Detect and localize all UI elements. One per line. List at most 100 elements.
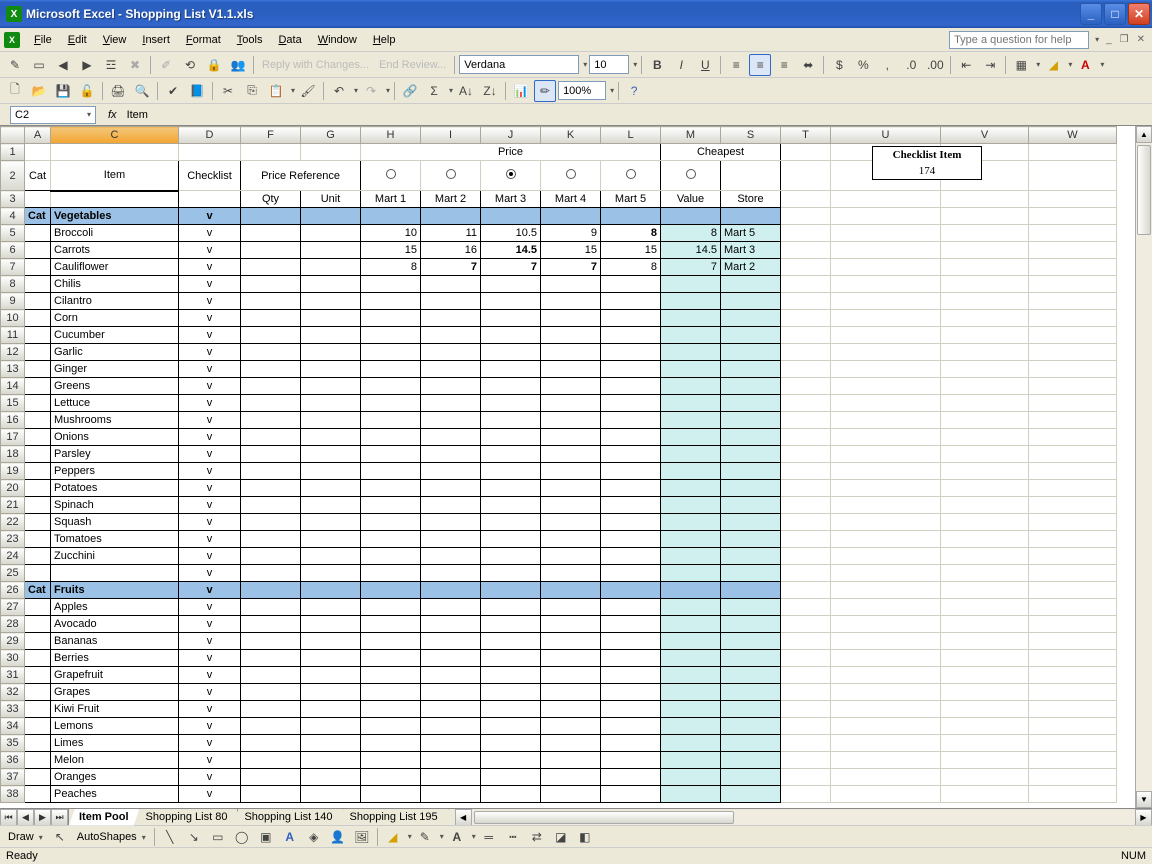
item-name[interactable]: Squash [51, 514, 179, 531]
price-cell[interactable] [481, 735, 541, 752]
row-header[interactable]: 22 [1, 514, 25, 531]
help-dropdown-icon[interactable]: ▾ [1095, 35, 1099, 44]
row-header[interactable]: 32 [1, 684, 25, 701]
cell[interactable] [25, 344, 51, 361]
cheapest-value[interactable] [661, 463, 721, 480]
cell[interactable] [781, 429, 831, 446]
qty-cell[interactable] [241, 548, 301, 565]
cheapest-store[interactable] [721, 395, 781, 412]
cell[interactable] [25, 191, 51, 208]
hdr-mart-5[interactable]: Mart 5 [601, 191, 661, 208]
cell[interactable] [941, 769, 1029, 786]
item-name[interactable]: Mushrooms [51, 412, 179, 429]
cat-label[interactable]: Cat [25, 208, 51, 225]
cell[interactable] [941, 412, 1029, 429]
price-cell[interactable] [601, 531, 661, 548]
item-check[interactable]: v [179, 429, 241, 446]
namebox-dropdown-icon[interactable]: ▾ [87, 110, 91, 119]
cell[interactable] [781, 293, 831, 310]
row-header[interactable]: 4 [1, 208, 25, 225]
menu-window[interactable]: Window [310, 32, 365, 48]
qty-cell[interactable] [241, 565, 301, 582]
price-cell[interactable] [601, 310, 661, 327]
hdr-price-reference[interactable]: Price Reference [241, 161, 361, 191]
cell[interactable] [25, 769, 51, 786]
cat-label[interactable]: Cat [25, 582, 51, 599]
item-name[interactable]: Lemons [51, 718, 179, 735]
col-header-A[interactable]: A [25, 127, 51, 144]
cheapest-store[interactable] [721, 684, 781, 701]
cell[interactable] [1029, 310, 1117, 327]
item-name[interactable]: Onions [51, 429, 179, 446]
cheapest-value[interactable] [661, 718, 721, 735]
cell[interactable] [25, 633, 51, 650]
qty-cell[interactable] [241, 684, 301, 701]
qty-cell[interactable] [241, 395, 301, 412]
item-check[interactable]: v [179, 463, 241, 480]
cell[interactable] [541, 582, 601, 599]
price-cell[interactable] [541, 633, 601, 650]
price-cell[interactable] [481, 667, 541, 684]
price-radio-2[interactable] [421, 161, 481, 191]
share-workbook-icon[interactable]: 👥 [227, 54, 249, 76]
arrow-icon[interactable]: ↘ [183, 826, 205, 848]
cell[interactable] [831, 548, 941, 565]
hdr-mart-1[interactable]: Mart 1 [361, 191, 421, 208]
price-cell[interactable] [421, 497, 481, 514]
autoshapes-menu[interactable]: AutoShapes ▾ [73, 831, 150, 843]
row-header[interactable]: 21 [1, 497, 25, 514]
cell[interactable] [1029, 718, 1117, 735]
item-check[interactable]: v [179, 242, 241, 259]
price-cell[interactable] [481, 718, 541, 735]
cell[interactable] [481, 582, 541, 599]
doc-minimize-button[interactable]: _ [1103, 34, 1115, 45]
cell[interactable] [831, 293, 941, 310]
cheapest-value[interactable] [661, 429, 721, 446]
price-cell[interactable] [421, 480, 481, 497]
price-cell[interactable] [541, 446, 601, 463]
cell[interactable] [1029, 752, 1117, 769]
cell[interactable] [25, 701, 51, 718]
radio-icon[interactable] [686, 169, 696, 179]
cell[interactable] [781, 463, 831, 480]
cheapest-store[interactable] [721, 650, 781, 667]
qty-cell[interactable] [241, 769, 301, 786]
price-cell[interactable] [361, 667, 421, 684]
tab-first-button[interactable]: ⏮ [0, 809, 17, 826]
cell[interactable] [831, 769, 941, 786]
worksheet-tab[interactable]: Shopping List 80 [136, 809, 239, 826]
price-cell[interactable] [601, 650, 661, 667]
draw-menu[interactable]: Draw ▾ [4, 831, 47, 843]
cell[interactable] [831, 446, 941, 463]
item-check[interactable]: v [179, 735, 241, 752]
price-cell[interactable] [601, 446, 661, 463]
cheapest-store[interactable]: Mart 5 [721, 225, 781, 242]
merge-cells-button[interactable]: ⬌ [797, 54, 819, 76]
item-name[interactable]: Parsley [51, 446, 179, 463]
price-cell[interactable] [601, 752, 661, 769]
cat-name[interactable]: Fruits [51, 582, 179, 599]
line-style-icon[interactable]: ═ [478, 826, 500, 848]
cell[interactable] [1029, 497, 1117, 514]
cheapest-store[interactable] [721, 463, 781, 480]
cell[interactable] [1029, 344, 1117, 361]
price-cell[interactable] [481, 616, 541, 633]
tab-next-button[interactable]: ▶ [34, 809, 51, 826]
qty-cell[interactable] [241, 327, 301, 344]
font-color-button[interactable]: A [1074, 54, 1096, 76]
cell[interactable] [781, 582, 831, 599]
unit-cell[interactable] [301, 327, 361, 344]
menu-tools[interactable]: Tools [229, 32, 271, 48]
item-name[interactable] [51, 565, 179, 582]
unit-cell[interactable] [301, 565, 361, 582]
cell[interactable] [25, 378, 51, 395]
hdr-price[interactable]: Price [361, 144, 661, 161]
cheapest-value[interactable] [661, 480, 721, 497]
fill-dropdown-icon[interactable]: ▾ [1068, 60, 1072, 69]
item-name[interactable]: Cilantro [51, 293, 179, 310]
cell[interactable] [781, 718, 831, 735]
price-cell[interactable] [361, 463, 421, 480]
cheapest-value[interactable] [661, 650, 721, 667]
hyperlink-button[interactable]: 🔗 [399, 80, 421, 102]
cell[interactable] [831, 531, 941, 548]
